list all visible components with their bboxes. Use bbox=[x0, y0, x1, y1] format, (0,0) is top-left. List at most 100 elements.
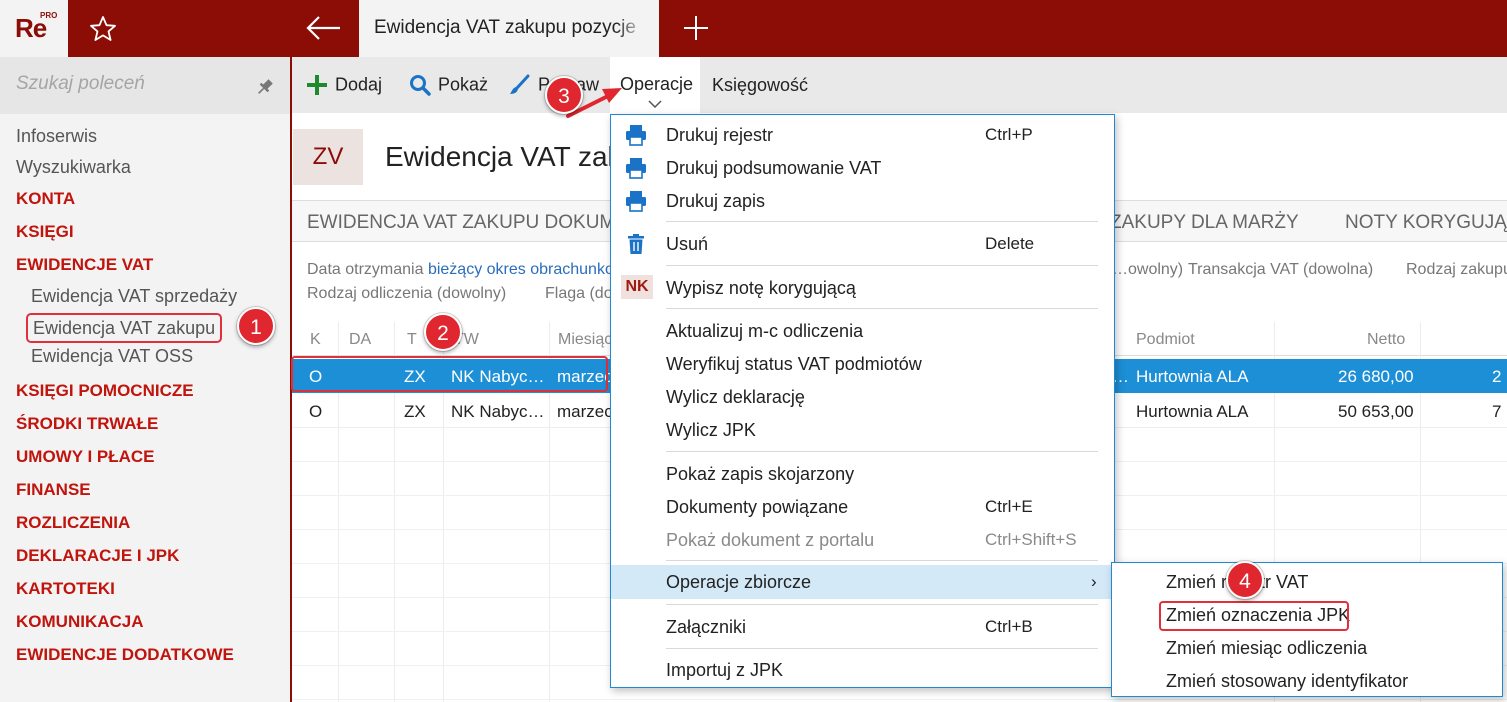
menu-item-label: Załączniki bbox=[666, 617, 747, 637]
menu-item-drukuj-rejestr[interactable]: Drukuj rejestr Ctrl+P bbox=[611, 118, 1114, 151]
sidebar-item-kartoteki[interactable]: KARTOTEKI bbox=[16, 579, 115, 599]
menu-item-pokaz-zapis-skojarzony[interactable]: Pokaż zapis skojarzony bbox=[611, 457, 1114, 490]
sidebar-item-srodki-trwale[interactable]: ŚRODKI TRWAŁE bbox=[16, 414, 158, 434]
menu-separator bbox=[666, 221, 1098, 222]
sidebar-item-umowy-i-place[interactable]: UMOWY I PŁACE bbox=[16, 447, 155, 467]
menu-item-shortcut: Ctrl+P bbox=[985, 125, 1033, 144]
accounting-button-label: Księgowość bbox=[712, 74, 809, 95]
menu-item-label: Pokaż zapis skojarzony bbox=[666, 464, 855, 484]
star-icon[interactable] bbox=[88, 14, 118, 44]
annotation-badge-2: 2 bbox=[424, 313, 462, 351]
tab-active-label: Ewidencja VAT zakupu pozycje bbox=[374, 17, 646, 39]
cell-podmiot: Hurtownia ALA bbox=[1136, 367, 1249, 386]
filter-item[interactable]: …owolny) bbox=[1112, 261, 1183, 279]
menu-item-label: Dokumenty powiązane bbox=[666, 497, 849, 517]
menu-item-shortcut: Ctrl+Shift+S bbox=[985, 530, 1077, 549]
tab-zakupy-dla-marzy[interactable]: ZAKUPY DLA MARŻY bbox=[1110, 212, 1299, 234]
printer-icon bbox=[626, 191, 646, 212]
cell-t: ZX bbox=[404, 402, 426, 421]
sidebar-item-ksiegi-pomocnicze[interactable]: KSIĘGI POMOCNICZE bbox=[16, 381, 194, 401]
add-button[interactable]: Dodaj bbox=[305, 73, 382, 97]
sidebar-item-ewidencja-vat-oss[interactable]: Ewidencja VAT OSS bbox=[31, 346, 193, 367]
submenu-highlight-outline bbox=[1159, 601, 1349, 631]
command-search-input[interactable] bbox=[16, 73, 246, 95]
sidebar-item-infoserwis[interactable]: Infoserwis bbox=[16, 126, 97, 147]
cell-tw: NK Nabyc… bbox=[451, 402, 545, 421]
cell-extra: 7 bbox=[1492, 402, 1502, 421]
menu-item-label: Operacje zbiorcze bbox=[666, 572, 812, 592]
menu-separator bbox=[666, 308, 1098, 309]
menu-item-aktualizuj-mc-odliczenia[interactable]: Aktualizuj m-c odliczenia bbox=[611, 314, 1114, 347]
accounting-menu-button[interactable]: Księgowość bbox=[712, 74, 808, 98]
menu-item-label: Drukuj zapis bbox=[666, 191, 766, 211]
column-header-netto[interactable]: Netto bbox=[1367, 331, 1405, 349]
menu-item-weryfikuj-status-vat[interactable]: Weryfikuj status VAT podmiotów bbox=[611, 347, 1114, 380]
sidebar-item-rozliczenia[interactable]: ROZLICZENIA bbox=[16, 513, 130, 533]
menu-separator bbox=[666, 451, 1098, 452]
filter-value: bieżący okres obrachunkowy bbox=[427, 261, 634, 278]
menu-item-drukuj-podsumowanie-vat[interactable]: Drukuj podsumowanie VAT bbox=[611, 151, 1114, 184]
cell-podmiot: Hurtownia ALA bbox=[1136, 402, 1249, 421]
menu-item-label: Usuń bbox=[666, 234, 709, 254]
app-logo[interactable]: Re PRO bbox=[0, 0, 68, 57]
document-type-badge: ZV bbox=[293, 129, 363, 185]
column-header-podmiot[interactable]: Podmiot bbox=[1136, 331, 1195, 349]
nk-icon: NK bbox=[621, 275, 653, 299]
column-header-miesiac[interactable]: Miesiąc bbox=[558, 331, 612, 349]
annotation-badge-3: 3 bbox=[545, 76, 583, 114]
column-header-t[interactable]: T bbox=[407, 331, 417, 349]
menu-item-label: Wylicz JPK bbox=[666, 420, 756, 440]
filter-rodzaj-zakupu[interactable]: Rodzaj zakupu bbox=[1406, 261, 1507, 279]
menu-item-wylicz-deklaracje[interactable]: Wylicz deklarację bbox=[611, 380, 1114, 413]
menu-separator bbox=[666, 265, 1098, 266]
sidebar-item-ewidencja-vat-sprzedazy[interactable]: Ewidencja VAT sprzedaży bbox=[31, 286, 237, 307]
back-arrow-icon[interactable] bbox=[305, 12, 343, 44]
annotation-badge-4: 4 bbox=[1226, 561, 1264, 599]
filter-transakcja-vat[interactable]: Transakcja VAT (dowolna) bbox=[1188, 261, 1373, 279]
menu-item-shortcut: Ctrl+B bbox=[985, 617, 1033, 636]
logo-superscript: PRO bbox=[40, 11, 58, 20]
menu-item-label: Wypisz notę korygującą bbox=[666, 278, 856, 298]
menu-separator bbox=[666, 648, 1098, 649]
submenu-item-zmien-miesiac-odliczenia[interactable]: Zmień miesiąc odliczenia bbox=[1166, 638, 1367, 659]
sidebar-item-ksiegi[interactable]: KSIĘGI bbox=[16, 222, 74, 242]
brush-icon bbox=[510, 74, 530, 94]
menu-item-shortcut: Ctrl+E bbox=[985, 497, 1033, 516]
command-search bbox=[0, 57, 290, 114]
new-tab-plus-icon[interactable] bbox=[680, 12, 712, 44]
add-button-label: Dodaj bbox=[335, 74, 383, 95]
show-button[interactable]: Pokaż bbox=[408, 73, 488, 97]
tab-active[interactable]: Ewidencja VAT zakupu pozycje bbox=[359, 0, 659, 57]
cell-netto: 50 653,00 bbox=[1338, 402, 1414, 421]
bulk-operations-submenu: Zmień rejestr VAT Zmień oznaczenia JPK Z… bbox=[1111, 562, 1503, 697]
menu-item-wylicz-jpk[interactable]: Wylicz JPK bbox=[611, 413, 1114, 446]
sidebar-item-konta[interactable]: KONTA bbox=[16, 189, 75, 209]
cell-netto: 26 680,00 bbox=[1338, 367, 1414, 386]
pin-icon[interactable] bbox=[255, 77, 275, 97]
sidebar-item-ewidencje-dodatkowe[interactable]: EWIDENCJE DODATKOWE bbox=[16, 645, 234, 665]
tab-noty-korygujace[interactable]: NOTY KORYGUJĄCE bbox=[1345, 212, 1507, 234]
menu-item-usun[interactable]: Usuń Delete bbox=[611, 227, 1114, 260]
menu-item-shortcut: Delete bbox=[985, 234, 1035, 253]
sidebar-item-ewidencje-vat[interactable]: EWIDENCJE VAT bbox=[16, 255, 153, 275]
sidebar-item-komunikacja[interactable]: KOMUNIKACJA bbox=[16, 612, 144, 632]
menu-item-importuj-z-jpk[interactable]: Importuj z JPK bbox=[611, 653, 1114, 686]
sidebar-item-deklaracje-i-jpk[interactable]: DEKLARACJE I JPK bbox=[16, 546, 179, 566]
menu-item-dokumenty-powiazane[interactable]: Dokumenty powiązane Ctrl+E bbox=[611, 490, 1114, 523]
column-header-da[interactable]: DA bbox=[349, 331, 371, 349]
printer-icon bbox=[626, 125, 646, 146]
sidebar-item-wyszukiwarka[interactable]: Wyszukiwarka bbox=[16, 157, 131, 178]
menu-item-zalaczniki[interactable]: Załączniki Ctrl+B bbox=[611, 610, 1114, 643]
column-header-k[interactable]: K bbox=[310, 331, 321, 349]
filter-data-otrzymania[interactable]: Data otrzymania bieżący okres obrachunko… bbox=[307, 261, 633, 279]
filter-rodzaj-odliczenia[interactable]: Rodzaj odliczenia (dowolny) bbox=[307, 285, 506, 303]
menu-item-wypisz-note-korygujaca[interactable]: NK Wypisz notę korygującą bbox=[611, 271, 1114, 304]
sidebar bbox=[0, 57, 290, 702]
sidebar-item-finanse[interactable]: FINANSE bbox=[16, 480, 91, 500]
annotation-badge-1: 1 bbox=[237, 307, 275, 345]
menu-item-operacje-zbiorcze[interactable]: Operacje zbiorcze › bbox=[611, 565, 1114, 599]
menu-item-drukuj-zapis[interactable]: Drukuj zapis bbox=[611, 184, 1114, 217]
menu-item-pokaz-dokument-z-portalu: Pokaż dokument z portalu Ctrl+Shift+S bbox=[611, 523, 1114, 556]
submenu-item-zmien-stosowany-identyfikator[interactable]: Zmień stosowany identyfikator bbox=[1166, 671, 1408, 692]
sidebar-item-ewidencja-vat-zakupu[interactable]: Ewidencja VAT zakupu bbox=[26, 313, 223, 343]
